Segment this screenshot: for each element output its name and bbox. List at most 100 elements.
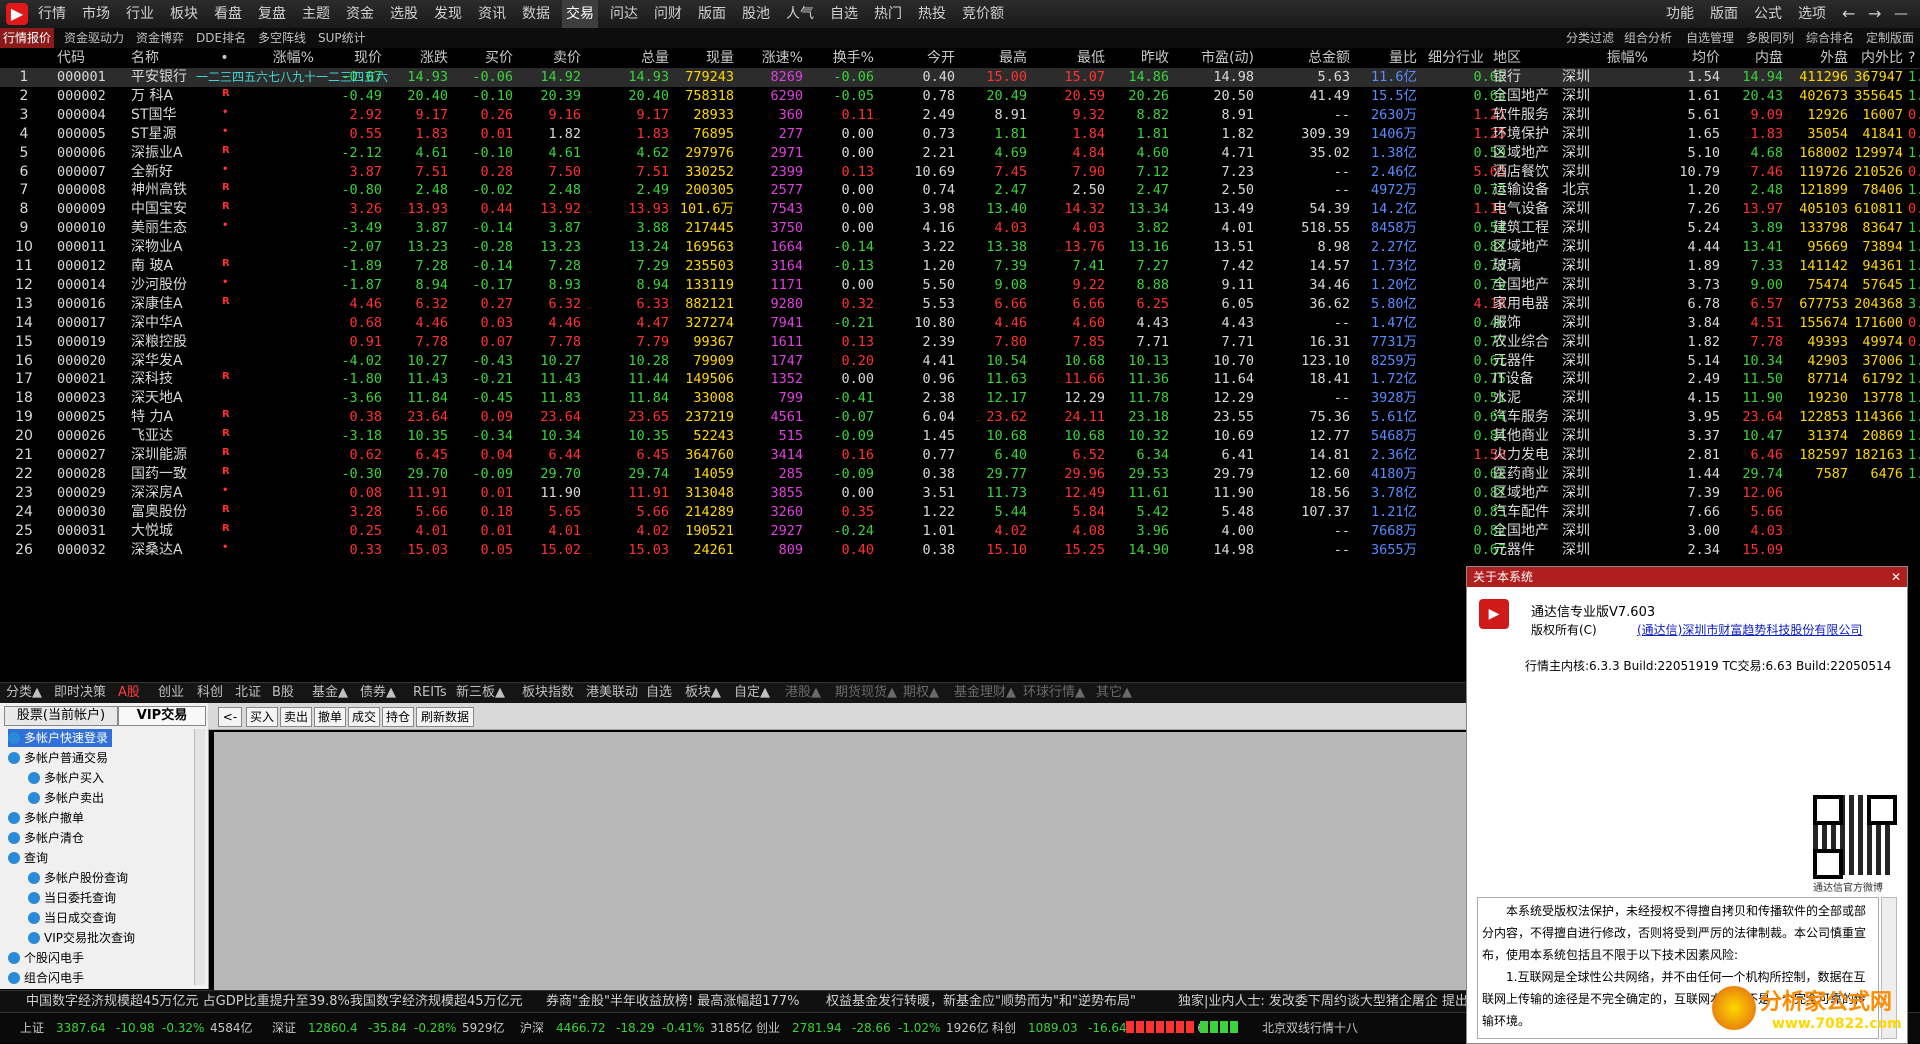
table-row[interactable]: 11 000012 南 玻A R -1.89 7.28 -0.14 7.28 7.29 23550… xyxy=(0,257,1920,276)
menu-item[interactable]: 股池 xyxy=(738,0,774,28)
index-hs-field[interactable]: 沪深 xyxy=(520,1019,544,1037)
column-header[interactable]: 外盘 xyxy=(1788,48,1848,68)
stock-code[interactable]: 000032 xyxy=(57,541,122,560)
multi-stock-button[interactable]: 多股同列 xyxy=(1746,28,1794,48)
column-header[interactable]: 换手% xyxy=(814,48,874,68)
menu-item[interactable]: 看盘 xyxy=(210,0,246,28)
toolbar-button[interactable]: <- xyxy=(218,707,242,727)
table-row[interactable]: 25 000031 大悦城 R 0.25 4.01 0.01 4.01 4.02 190521 29… xyxy=(0,522,1868,541)
stock-name[interactable]: 深天地A xyxy=(131,389,209,408)
menu-item[interactable]: 数据 xyxy=(518,0,554,28)
table-row[interactable]: 22 000028 国药一致 R -0.30 29.70 -0.09 29.70 29.74 14… xyxy=(0,465,1920,484)
column-header[interactable]: 最低 xyxy=(1037,48,1105,68)
table-row[interactable]: 16 000020 深华发A -4.02 10.27 -0.43 10.27 10.28 799… xyxy=(0,352,1920,371)
stock-code[interactable]: 000026 xyxy=(57,427,122,446)
stock-name[interactable]: ST星源 xyxy=(131,125,209,144)
table-row[interactable]: 5 000006 深振业A R -2.12 4.61 -0.10 4.61 4.62 297976… xyxy=(0,144,1920,163)
menu-item[interactable]: 热投 xyxy=(914,0,950,28)
table-row[interactable]: 15 000019 深粮控股 0.91 7.78 0.07 7.78 7.79 99367 161… xyxy=(0,333,1920,352)
toolbar-button[interactable]: 买入 xyxy=(246,707,278,727)
tree-item[interactable]: 多帐户卖出 xyxy=(28,789,108,807)
menu-item[interactable]: 板块 xyxy=(166,0,202,28)
table-row[interactable]: 10 000011 深物业A -2.07 13.23 -0.28 13.23 13.24 169… xyxy=(0,238,1920,257)
tab-vip-trade[interactable]: VIP交易 xyxy=(118,706,206,726)
stock-code[interactable]: 000030 xyxy=(57,503,122,522)
table-row[interactable]: 3 000004 ST国华 • 2.92 9.17 0.26 9.16 9.17 28933 360… xyxy=(0,106,1920,125)
back-arrow-icon[interactable]: ← xyxy=(1842,0,1855,28)
forward-arrow-icon[interactable]: → xyxy=(1868,0,1881,28)
stock-code[interactable]: 000023 xyxy=(57,389,122,408)
stock-name[interactable]: 神州高铁 xyxy=(131,181,209,200)
column-header[interactable]: 地区 xyxy=(1493,48,1545,68)
column-header[interactable]: 最高 xyxy=(972,48,1027,68)
table-row[interactable]: 13 000016 深康佳A R 4.46 6.32 0.27 6.32 6.33 882121 9… xyxy=(0,295,1920,314)
server-name[interactable]: 北京双线行情十八 xyxy=(1262,1019,1358,1037)
category-tab[interactable]: 港美联动 xyxy=(586,683,638,703)
stock-name[interactable]: 深粮控股 xyxy=(131,333,209,352)
stock-name[interactable]: 美丽生态 xyxy=(131,219,209,238)
stock-code[interactable]: 000011 xyxy=(57,238,122,257)
menu-item[interactable]: 资讯 xyxy=(474,0,510,28)
stock-name[interactable]: 深深房A xyxy=(131,484,209,503)
category-tab[interactable]: B股 xyxy=(272,683,294,703)
stock-code[interactable]: 000027 xyxy=(57,446,122,465)
tree-item[interactable]: 多帐户快速登录 xyxy=(8,729,113,747)
category-tab[interactable]: 期权▲ xyxy=(903,683,939,703)
table-row[interactable]: 12 000014 沙河股份 • -1.87 8.94 -0.17 8.93 8.94 13311… xyxy=(0,276,1920,295)
menu-item[interactable]: 问达 xyxy=(606,0,642,28)
table-row[interactable]: 20 000026 飞亚达 R -3.18 10.35 -0.34 10.34 10.35 522… xyxy=(0,427,1920,446)
stock-code[interactable]: 000028 xyxy=(57,465,122,484)
stock-code[interactable]: 000010 xyxy=(57,219,122,238)
stock-name[interactable]: 国药一致 xyxy=(131,465,209,484)
stock-code[interactable]: 000004 xyxy=(57,106,122,125)
stock-code[interactable]: 000029 xyxy=(57,484,122,503)
column-header[interactable]: 均价 xyxy=(1668,48,1720,68)
stock-name[interactable]: 大悦城 xyxy=(131,522,209,541)
stock-name[interactable]: 全新好 xyxy=(131,163,209,182)
menu-item[interactable]: 交易 xyxy=(562,0,598,28)
stock-code[interactable]: 000016 xyxy=(57,295,122,314)
category-tab[interactable]: 其它▲ xyxy=(1096,683,1132,703)
combo-analysis-button[interactable]: 组合分析 xyxy=(1624,28,1672,48)
stock-name[interactable]: ST国华 xyxy=(131,106,209,125)
custom-layout-button[interactable]: 定制版面 xyxy=(1866,28,1914,48)
category-tab[interactable]: A股 xyxy=(118,683,140,703)
category-tab[interactable]: 科创 xyxy=(197,683,223,703)
rank-button[interactable]: 综合排名 xyxy=(1806,28,1854,48)
column-header[interactable]: 总金额 xyxy=(1269,48,1350,68)
stock-code[interactable]: 000020 xyxy=(57,352,122,371)
stock-code[interactable]: 000017 xyxy=(57,314,122,333)
table-row[interactable]: 26 000032 深桑达A • 0.33 15.03 0.05 15.02 15.03 2426… xyxy=(0,541,1868,560)
tree-item[interactable]: 多帐户清仓 xyxy=(8,829,88,847)
news-item[interactable]: 我国数字经济规模超45万亿元 xyxy=(350,991,523,1013)
subtab-fund-drive[interactable]: 资金驱动力 xyxy=(64,28,124,48)
column-header[interactable]: • xyxy=(218,48,231,68)
stock-name[interactable]: 富奥股份 xyxy=(131,503,209,522)
column-header[interactable]: ? xyxy=(1908,48,1920,68)
company-link[interactable]: (通达信)深圳市财富趋势科技股份有限公司 xyxy=(1637,621,1862,638)
column-header[interactable]: 市盈(动) xyxy=(1179,48,1254,68)
close-icon[interactable]: ✕ xyxy=(1891,567,1901,587)
menu-item[interactable]: 选股 xyxy=(386,0,422,28)
menu-item[interactable]: 主题 xyxy=(298,0,334,28)
column-header[interactable]: 昨收 xyxy=(1117,48,1169,68)
category-tab[interactable]: 债券▲ xyxy=(360,683,396,703)
toolbar-button[interactable]: 卖出 xyxy=(280,707,312,727)
category-tab[interactable]: 基金理财▲ xyxy=(954,683,1016,703)
column-header[interactable]: 现价 xyxy=(322,48,382,68)
stock-code[interactable]: 000014 xyxy=(57,276,122,295)
index-sz-field[interactable]: 深证 xyxy=(272,1019,296,1037)
subtab-dde[interactable]: DDE排名 xyxy=(196,28,246,48)
news-item[interactable]: 中国数字经济规模超45万亿元 占GDP比重提升至39.8% xyxy=(26,991,350,1013)
category-tab[interactable]: 新三板▲ xyxy=(456,683,505,703)
column-header[interactable]: 代码 xyxy=(57,48,122,68)
column-header[interactable]: 量比 xyxy=(1370,48,1417,68)
table-row[interactable]: 9 000010 美丽生态 • -3.49 3.87 -0.14 3.87 3.88 217445… xyxy=(0,219,1920,238)
category-tab[interactable]: 自选 xyxy=(646,683,672,703)
subtab-long-short[interactable]: 多空阵线 xyxy=(258,28,306,48)
menu-item[interactable]: 行业 xyxy=(122,0,158,28)
stock-code[interactable]: 000008 xyxy=(57,181,122,200)
toolbar-button[interactable]: 成交 xyxy=(348,707,380,727)
news-item[interactable]: 券商"金股"半年收益放榜! 最高涨幅超177% xyxy=(546,991,799,1013)
subtab-sup[interactable]: SUP统计 xyxy=(318,28,366,48)
